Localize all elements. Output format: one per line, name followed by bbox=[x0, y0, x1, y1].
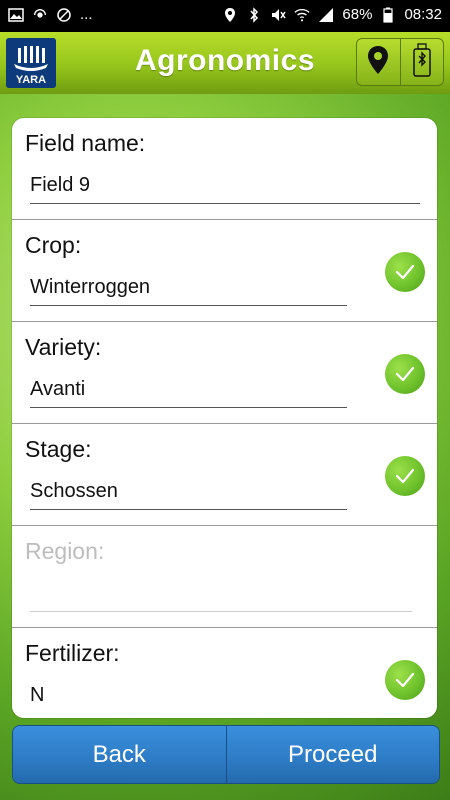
location-pin-icon bbox=[367, 45, 389, 80]
region-underline bbox=[30, 611, 412, 612]
crop-row[interactable]: Crop: Winterroggen bbox=[12, 220, 437, 322]
bluetooth-device-icon bbox=[412, 42, 432, 82]
stage-underline bbox=[30, 509, 347, 510]
field-name-underline bbox=[30, 203, 420, 204]
stage-check-icon bbox=[385, 456, 425, 496]
status-left: ... bbox=[8, 6, 93, 24]
variety-underline bbox=[30, 407, 347, 408]
crop-underline bbox=[30, 305, 347, 306]
crop-check-icon bbox=[385, 252, 425, 292]
proceed-button[interactable]: Proceed bbox=[225, 726, 439, 783]
variety-row[interactable]: Variety: Avanti bbox=[12, 322, 437, 424]
bottom-action-bar: Back Proceed bbox=[12, 725, 440, 784]
fertilizer-value[interactable]: N bbox=[30, 684, 44, 707]
field-name-value[interactable]: Field 9 bbox=[30, 174, 90, 197]
fertilizer-check-icon bbox=[385, 660, 425, 700]
variety-value[interactable]: Avanti bbox=[30, 378, 85, 401]
stage-label: Stage: bbox=[25, 436, 92, 462]
cast-icon bbox=[32, 7, 48, 23]
battery-percent: 68% bbox=[342, 6, 373, 23]
location-icon bbox=[222, 7, 238, 23]
status-bar: ... 68% 08:32 bbox=[0, 0, 450, 32]
location-button[interactable] bbox=[357, 39, 400, 85]
crop-label: Crop: bbox=[25, 232, 82, 258]
battery-icon bbox=[380, 7, 396, 23]
region-label: Region: bbox=[25, 538, 105, 564]
fertilizer-label: Fertilizer: bbox=[25, 640, 120, 666]
form-card: Field name: Field 9 Crop: Winterroggen V… bbox=[12, 118, 437, 718]
region-row: Region: bbox=[12, 526, 437, 628]
fertilizer-row[interactable]: Fertilizer: N bbox=[12, 628, 437, 718]
variety-label: Variety: bbox=[25, 334, 102, 360]
variety-check-icon bbox=[385, 354, 425, 394]
status-right: 68% 08:32 bbox=[222, 6, 442, 24]
status-time: 08:32 bbox=[404, 6, 442, 23]
stage-value[interactable]: Schossen bbox=[30, 480, 118, 503]
status-more: ... bbox=[80, 6, 93, 23]
wifi-icon bbox=[294, 7, 310, 23]
appbar-button-group bbox=[356, 38, 444, 86]
mute-icon bbox=[270, 7, 287, 23]
image-icon bbox=[8, 7, 24, 23]
field-name-row[interactable]: Field name: Field 9 bbox=[12, 118, 437, 220]
blocked-icon bbox=[56, 7, 72, 23]
crop-value[interactable]: Winterroggen bbox=[30, 276, 150, 299]
app-bar: YARA Agronomics bbox=[0, 32, 450, 94]
bluetooth-icon bbox=[246, 7, 262, 23]
back-button[interactable]: Back bbox=[13, 726, 226, 783]
field-name-label: Field name: bbox=[25, 130, 146, 156]
stage-row[interactable]: Stage: Schossen bbox=[12, 424, 437, 526]
bluetooth-device-button[interactable] bbox=[399, 39, 444, 85]
signal-icon bbox=[318, 7, 334, 23]
